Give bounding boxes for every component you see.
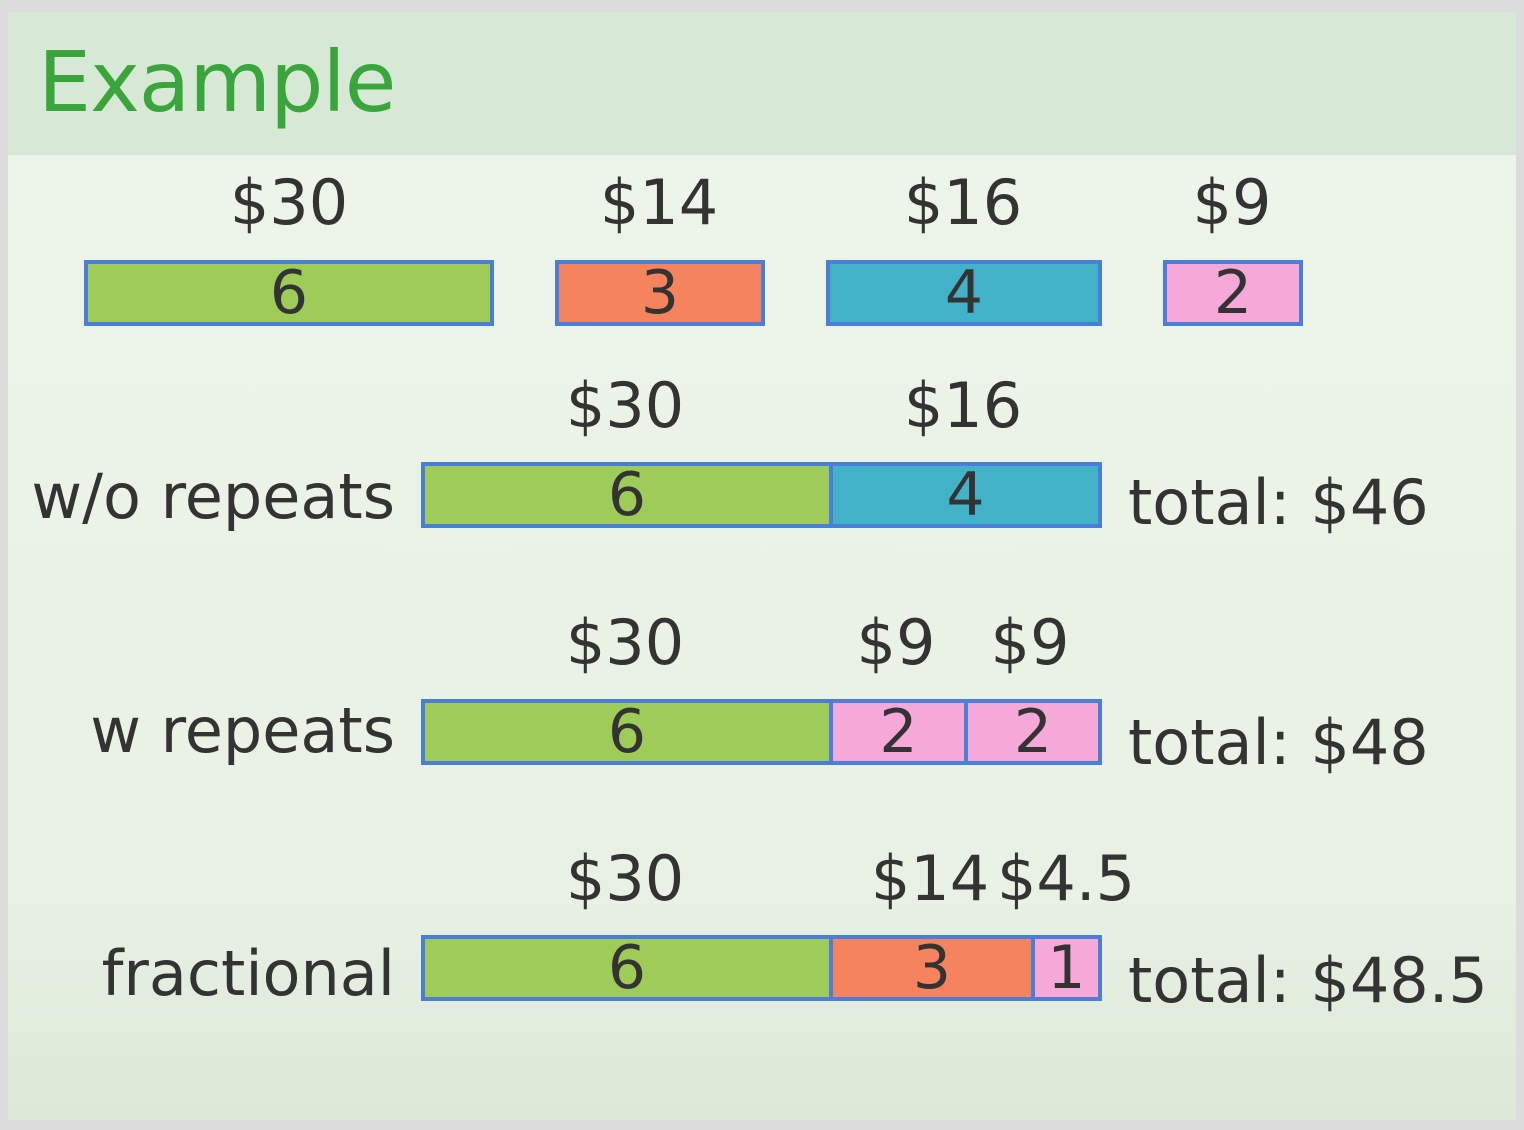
bar-segment: 4 [829, 466, 1098, 524]
knapsack-bar: 6 4 [421, 462, 1102, 528]
row-price: $9 [856, 606, 936, 679]
row-price: $30 [565, 842, 685, 915]
item-bar: 2 [1163, 260, 1303, 326]
bar-segment: 2 [829, 703, 964, 761]
item-weight: 4 [830, 264, 1098, 322]
row-total: total: $46 [1128, 466, 1429, 539]
bar-segment: 3 [829, 939, 1031, 997]
item-weight: 3 [559, 264, 761, 322]
bar-segment: 6 [425, 939, 829, 997]
bar-segment: 2 [964, 703, 1098, 761]
row-label: fractional [101, 937, 395, 1010]
item-price: $30 [229, 166, 349, 239]
item-bar: 4 [826, 260, 1102, 326]
slide-header: Example [8, 12, 1516, 155]
item-weight: 2 [1167, 264, 1299, 322]
knapsack-bar: 6 2 2 [421, 699, 1102, 765]
item-price: $9 [1192, 166, 1272, 239]
item-price: $16 [903, 166, 1023, 239]
row-label: w/o repeats [31, 460, 395, 533]
item-bar: 6 [84, 260, 494, 326]
row-total: total: $48.5 [1128, 944, 1488, 1017]
row-price: $30 [565, 606, 685, 679]
item-weight: 6 [88, 264, 490, 322]
row-price: $9 [990, 606, 1070, 679]
row-price: $14 [870, 842, 990, 915]
item-price: $14 [599, 166, 719, 239]
row-price: $16 [903, 369, 1023, 442]
row-label: w repeats [90, 694, 395, 767]
row-price: $4.5 [996, 842, 1136, 915]
slide-title: Example [38, 33, 396, 131]
item-bar: 3 [555, 260, 765, 326]
bar-segment: 1 [1031, 939, 1098, 997]
bar-segment: 6 [425, 466, 829, 524]
knapsack-bar: 6 3 1 [421, 935, 1102, 1001]
bar-segment: 6 [425, 703, 829, 761]
row-price: $30 [565, 369, 685, 442]
row-total: total: $48 [1128, 706, 1429, 779]
